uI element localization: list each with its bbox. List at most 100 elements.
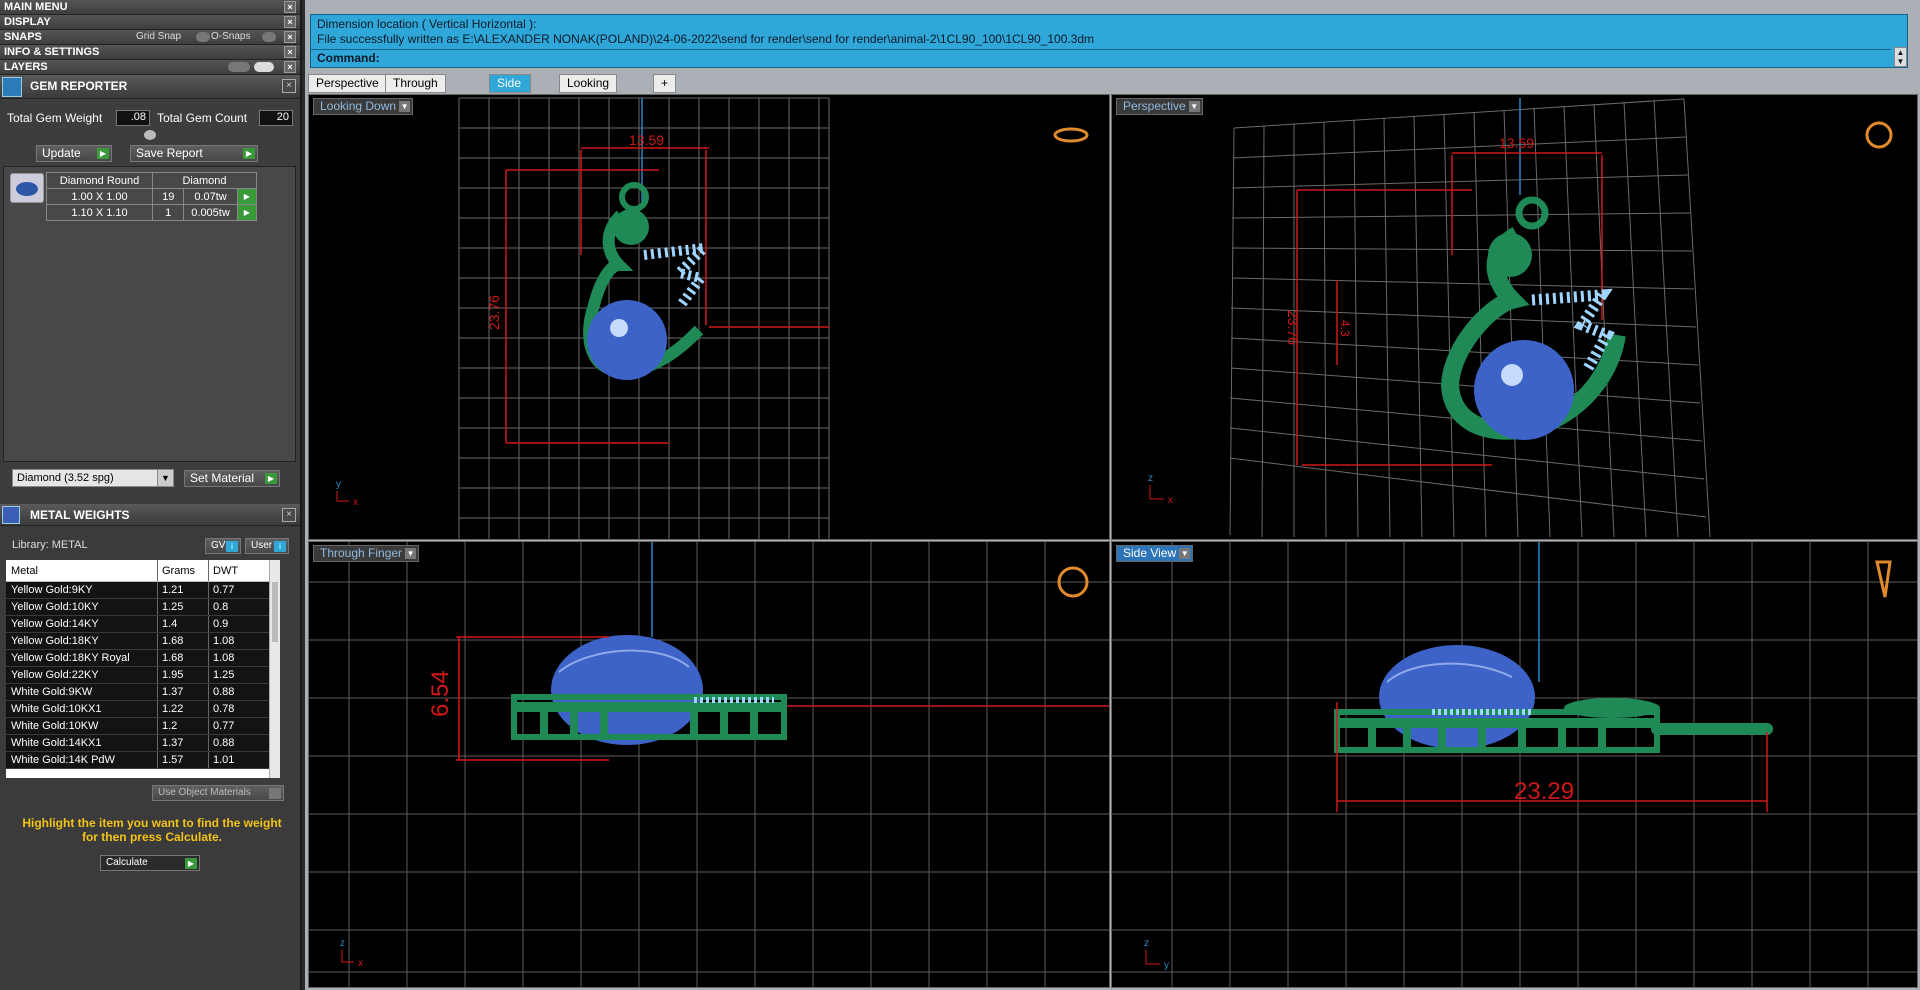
- close-icon[interactable]: ×: [282, 508, 296, 522]
- gv-button[interactable]: GV i: [205, 538, 241, 554]
- update-button[interactable]: Update ▶: [36, 145, 112, 162]
- menu-display[interactable]: DISPLAY ×: [0, 15, 300, 30]
- grid-snap-toggle[interactable]: [196, 32, 210, 42]
- play-icon: ▶: [243, 148, 255, 159]
- chevron-down-icon: ▼: [1179, 548, 1191, 559]
- grams-cell: 1.22: [158, 701, 209, 717]
- play-icon: ▶: [185, 858, 197, 869]
- command-history-line: Dimension location ( Vertical Horizontal…: [317, 17, 537, 31]
- col-grams[interactable]: Grams: [158, 560, 209, 581]
- table-row[interactable]: White Gold:10KX1 1.22 0.78: [6, 701, 280, 718]
- tab-perspective[interactable]: Perspective: [308, 74, 387, 93]
- tab-side-view[interactable]: Side View: [489, 74, 531, 107]
- menu-snaps[interactable]: SNAPS Grid Snap O-Snaps ×: [0, 30, 300, 45]
- gem-reporter-header: GEM REPORTER ×: [0, 75, 300, 99]
- eye-icon[interactable]: [254, 62, 274, 72]
- diamond-round-icon: [10, 173, 44, 203]
- table-row[interactable]: White Gold:14KX1 1.37 0.88: [6, 735, 280, 752]
- viewport-side-view[interactable]: 23.29 z y Side View ▼: [1111, 541, 1918, 988]
- col-metal[interactable]: Metal: [6, 560, 158, 581]
- chevron-down-icon[interactable]: ▼: [157, 470, 173, 486]
- menu-main[interactable]: MAIN MENU ×: [0, 0, 300, 15]
- viewport-through-finger[interactable]: 6.54 z x Through Finger ▼: [308, 541, 1110, 988]
- scrollbar-thumb[interactable]: [272, 582, 278, 642]
- use-object-materials-button[interactable]: Use Object Materials: [152, 785, 284, 801]
- user-button[interactable]: User i: [245, 538, 289, 554]
- calculate-button[interactable]: Calculate ▶: [100, 855, 200, 871]
- gem-list-area: Diamond Round Diamond 1.00 X 1.00 19 0.0…: [3, 166, 296, 462]
- viewport-label-looking-down[interactable]: Looking Down ▼: [313, 98, 414, 115]
- metal-name-cell: Yellow Gold:9KY: [6, 582, 158, 598]
- play-icon[interactable]: ▶: [236, 204, 258, 221]
- set-material-button[interactable]: Set Material ▶: [184, 470, 280, 487]
- left-panel: MAIN MENU × DISPLAY × SNAPS Grid Snap O-Sn…: [0, 0, 302, 990]
- menu-layers[interactable]: LAYERS ×: [0, 60, 300, 75]
- viewport-label-side-view[interactable]: Side View ▼: [1116, 545, 1194, 562]
- table-row[interactable]: Diamond Round Diamond: [46, 172, 257, 189]
- collapse-arrow-icon[interactable]: [144, 130, 156, 140]
- close-icon[interactable]: ×: [284, 31, 296, 43]
- table-row[interactable]: Yellow Gold:22KY 1.95 1.25: [6, 667, 280, 684]
- table-row[interactable]: Yellow Gold:18KY 1.68 1.08: [6, 633, 280, 650]
- table-row[interactable]: Yellow Gold:10KY 1.25 0.8: [6, 599, 280, 616]
- table-row[interactable]: White Gold:10KW 1.2 0.77: [6, 718, 280, 735]
- play-icon: ▶: [97, 148, 109, 159]
- layer-visibility-icon[interactable]: [228, 62, 250, 72]
- grid: [1229, 98, 1711, 538]
- grams-cell: 1.68: [158, 633, 209, 649]
- command-area: Dimension location ( Vertical Horizontal…: [310, 14, 1908, 68]
- grams-cell: 1.57: [158, 752, 209, 768]
- table-row[interactable]: 1.00 X 1.00 19 0.07tw ▶: [46, 188, 258, 205]
- osnaps-label[interactable]: O-Snaps: [211, 30, 250, 44]
- viewport-label-through-finger[interactable]: Through Finger ▼: [313, 545, 420, 562]
- add-tab-button[interactable]: +: [653, 74, 677, 93]
- close-icon[interactable]: ×: [282, 79, 296, 93]
- total-gem-weight-value: .08: [116, 110, 150, 126]
- save-report-button[interactable]: Save Report ▶: [130, 145, 258, 162]
- viewport-perspective[interactable]: 13.59 23.76 4.3 z x Perspective ▼: [1111, 94, 1918, 540]
- close-icon[interactable]: ×: [284, 46, 296, 58]
- axis-a: z: [1144, 938, 1149, 949]
- metal-weights-icon: [2, 506, 20, 524]
- ring-side-icon[interactable]: [1875, 560, 1892, 598]
- metal-name-cell: Yellow Gold:18KY Royal: [6, 650, 158, 666]
- tab-looking-down[interactable]: Looking Down: [559, 74, 618, 107]
- table-row[interactable]: Yellow Gold:9KY 1.21 0.77: [6, 582, 280, 599]
- menu-main-label: MAIN MENU: [4, 1, 68, 13]
- close-icon[interactable]: ×: [284, 61, 296, 73]
- close-icon[interactable]: ×: [284, 16, 296, 28]
- metal-name-cell: Yellow Gold:22KY: [6, 667, 158, 683]
- table-row[interactable]: Yellow Gold:18KY Royal 1.68 1.08: [6, 650, 280, 667]
- table-row[interactable]: Yellow Gold:14KY 1.4 0.9: [6, 616, 280, 633]
- osnaps-toggle[interactable]: [262, 32, 276, 42]
- scrollbar[interactable]: [269, 560, 280, 778]
- menu-snaps-label: SNAPS: [4, 31, 42, 43]
- calculate-hint: Highlight the item you want to find the …: [22, 816, 282, 844]
- ring-icon[interactable]: [1865, 121, 1893, 149]
- menu-layers-label: LAYERS: [4, 61, 48, 73]
- menu-info-label: INFO & SETTINGS: [4, 46, 100, 58]
- table-row[interactable]: White Gold:9KW 1.37 0.88: [6, 684, 280, 701]
- play-icon[interactable]: ▶: [236, 188, 258, 205]
- material-select-value: Diamond (3.52 spg): [17, 472, 114, 484]
- grid-snap-label[interactable]: Grid Snap: [136, 30, 181, 44]
- gem-table: Diamond Round Diamond 1.00 X 1.00 19 0.0…: [46, 172, 258, 221]
- dimension-width: 13.59: [1499, 135, 1534, 151]
- axis-a: y: [336, 479, 341, 490]
- table-row[interactable]: 1.10 X 1.10 1 0.005tw ▶: [46, 204, 258, 221]
- tab-through-finger[interactable]: Through Finger: [385, 74, 446, 107]
- menu-info-settings[interactable]: INFO & SETTINGS ×: [0, 45, 300, 60]
- dwt-cell: 0.88: [213, 686, 235, 698]
- material-select[interactable]: Diamond (3.52 spg) ▼: [12, 469, 174, 487]
- viewport-label-perspective[interactable]: Perspective ▼: [1116, 98, 1203, 115]
- table-row[interactable]: White Gold:14K PdW 1.57 1.01: [6, 752, 280, 769]
- viewport-looking-down[interactable]: 13.59 23.76 y x Looking Down ▼: [308, 94, 1110, 540]
- axis-b: x: [353, 497, 358, 508]
- command-prompt[interactable]: Command:: [317, 51, 380, 65]
- col-dwt[interactable]: DWT: [209, 560, 269, 581]
- dwt-cell: 1.08: [213, 652, 235, 664]
- ring-icon[interactable]: [1053, 127, 1089, 143]
- scroll-arrows-icon[interactable]: ▲ ▼: [1894, 47, 1907, 67]
- close-icon[interactable]: ×: [284, 1, 296, 13]
- axis-b: y: [1164, 960, 1169, 971]
